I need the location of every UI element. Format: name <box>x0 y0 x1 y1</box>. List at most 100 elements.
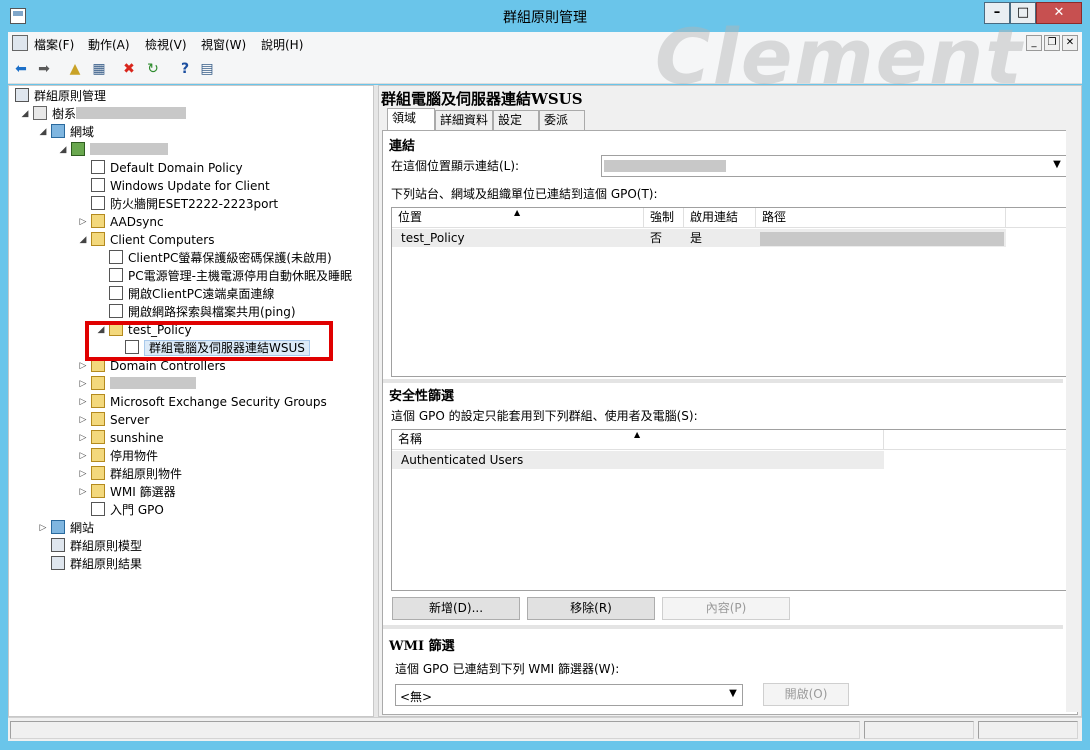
gpo-link-icon <box>91 160 105 174</box>
collapsed-icon[interactable]: ▷ <box>77 429 89 447</box>
tree-gpo-link[interactable]: Default Domain Policy <box>91 159 243 177</box>
modeling-icon <box>51 538 65 552</box>
help-icon[interactable]: ? <box>176 60 194 78</box>
collapsed-icon[interactable]: ▷ <box>77 411 89 429</box>
tree-ou[interactable]: ▷ Server <box>80 411 149 429</box>
tree-gpo-link[interactable]: 開啟ClientPC遠端桌面連線 <box>109 285 274 303</box>
console-icon[interactable] <box>12 35 28 51</box>
ou-folder-icon <box>91 412 105 426</box>
table-row[interactable]: test_Policy 否 是 <box>392 229 1006 247</box>
tab-settings[interactable]: 設定 <box>493 110 539 130</box>
refresh-icon[interactable]: ↻ <box>144 60 162 78</box>
column-enforced[interactable]: 強制 <box>644 208 684 228</box>
tree-ou[interactable]: ▷ Microsoft Exchange Security Groups <box>80 393 327 411</box>
show-hide-tree-icon[interactable]: ▦ <box>90 60 108 78</box>
menu-file[interactable]: 檔案(F) <box>34 36 74 53</box>
tree-domain[interactable]: ◢ <box>60 141 168 159</box>
gpo-link-icon <box>109 250 123 264</box>
tree-forest[interactable]: ◢ 樹系 <box>22 105 187 123</box>
expanded-icon[interactable]: ◢ <box>19 105 31 123</box>
add-button[interactable]: 新增(D)... <box>392 597 520 620</box>
table-row[interactable]: Authenticated Users <box>392 451 884 469</box>
column-link-enabled[interactable]: 啟用連結 <box>684 208 756 228</box>
tree-gpo-link[interactable]: 防火牆開ESET2222-2223port <box>91 195 278 213</box>
collapsed-icon[interactable]: ▷ <box>77 375 89 393</box>
domain-icon <box>71 142 85 156</box>
tree-gpo-link[interactable]: Windows Update for Client <box>91 177 270 195</box>
links-list[interactable]: 位置 ▲ 強制 啟用連結 路徑 test_Policy 否 是 <box>391 207 1068 377</box>
expanded-icon[interactable]: ◢ <box>57 141 69 159</box>
enforced-cell: 否 <box>650 231 663 245</box>
collapsed-icon[interactable]: ▷ <box>77 393 89 411</box>
tree-gpo-link[interactable]: PC電源管理-主機電源停用自動休眠及睡眠 <box>109 267 352 285</box>
collapsed-icon[interactable]: ▷ <box>37 519 49 537</box>
forest-icon <box>33 106 47 120</box>
mdi-restore-icon[interactable]: ❐ <box>1044 35 1060 51</box>
up-folder-icon[interactable]: ▲ <box>66 60 84 78</box>
delete-icon[interactable]: ✖ <box>120 60 138 78</box>
expanded-icon[interactable]: ◢ <box>37 123 49 141</box>
tree-starter-gpo[interactable]: 入門 GPO <box>91 501 164 519</box>
ou-folder-icon <box>91 214 105 228</box>
gpo-link-icon <box>109 268 123 282</box>
highlight-annotation-box <box>85 321 333 361</box>
close-button[interactable]: ✕ <box>1036 2 1082 24</box>
redacted-domain-name <box>90 143 168 155</box>
section-splitter[interactable] <box>383 379 1063 383</box>
domains-icon <box>51 124 65 138</box>
back-icon[interactable]: ⬅ <box>12 60 30 78</box>
tree-sites[interactable]: ▷ 網站 <box>40 519 94 537</box>
tab-details[interactable]: 詳細資料 <box>435 110 493 130</box>
tree-gpo-link[interactable]: ClientPC螢幕保護級密碼保護(未啟用) <box>109 249 332 267</box>
name-cell: Authenticated Users <box>401 453 524 467</box>
forward-icon[interactable]: ➡ <box>35 60 53 78</box>
wmi-folder-icon <box>91 484 105 498</box>
ou-folder-icon <box>91 232 105 246</box>
mdi-minimize-icon[interactable]: _ <box>1026 35 1042 51</box>
tree-gpo-container[interactable]: ▷ 群組原則物件 <box>80 465 182 483</box>
collapsed-icon[interactable]: ▷ <box>77 483 89 501</box>
column-path[interactable]: 路徑 <box>756 208 1006 228</box>
tab-delegation[interactable]: 委派 <box>539 110 585 130</box>
redacted-location <box>604 160 726 172</box>
tree-ou[interactable]: ▷ 停用物件 <box>80 447 158 465</box>
menu-view[interactable]: 檢視(V) <box>145 36 187 53</box>
tree-results[interactable]: 群組原則結果 <box>51 555 142 573</box>
collapsed-icon[interactable]: ▷ <box>77 213 89 231</box>
tree-ou[interactable]: ▷ sunshine <box>80 429 164 447</box>
collapsed-icon[interactable]: ▷ <box>77 465 89 483</box>
properties-icon[interactable]: ▤ <box>198 60 216 78</box>
results-icon <box>51 556 65 570</box>
tree-modeling[interactable]: 群組原則模型 <box>51 537 142 555</box>
security-list[interactable]: 名稱 ▲ Authenticated Users <box>391 429 1068 591</box>
security-list-header: 名稱 ▲ <box>392 430 1067 450</box>
properties-button[interactable]: 內容(P) <box>662 597 790 620</box>
starter-gpo-icon <box>91 502 105 516</box>
security-section-title: 安全性篩選 <box>389 389 455 404</box>
menu-action[interactable]: 動作(A) <box>88 36 130 53</box>
gpo-link-icon <box>91 196 105 210</box>
section-splitter[interactable] <box>383 625 1063 629</box>
tree-root[interactable]: 群組原則管理 <box>15 87 106 105</box>
location-dropdown[interactable]: ▼ <box>601 155 1067 177</box>
tree-domains[interactable]: ◢ 網域 <box>40 123 94 141</box>
expanded-icon[interactable]: ◢ <box>77 231 89 249</box>
menu-window[interactable]: 視窗(W) <box>201 36 246 53</box>
sort-ascending-icon: ▲ <box>514 208 521 217</box>
remove-button[interactable]: 移除(R) <box>527 597 655 620</box>
tab-scope[interactable]: 領域 <box>387 108 435 131</box>
scrollbar[interactable] <box>1066 98 1078 712</box>
open-button[interactable]: 開啟(O) <box>763 683 849 706</box>
collapsed-icon[interactable]: ▷ <box>77 447 89 465</box>
mdi-close-icon[interactable]: ✕ <box>1062 35 1078 51</box>
wmi-filter-dropdown[interactable]: <無> ▼ <box>395 684 743 706</box>
app-window: 群組原則管理 – □ ✕ 檔案(F) 動作(A) 檢視(V) 視窗(W) 說明(… <box>0 0 1090 750</box>
tree-gpo-link[interactable]: 開啟網路探索與檔案共用(ping) <box>109 303 296 321</box>
tree-ou[interactable]: ◢ Client Computers <box>80 231 214 249</box>
tree-ou[interactable]: ▷ AADsync <box>80 213 164 231</box>
tree-wmi-filters[interactable]: ▷ WMI 篩選器 <box>80 483 176 501</box>
redacted-forest-name <box>76 107 187 119</box>
enabled-cell: 是 <box>690 231 703 245</box>
tree-ou[interactable]: ▷ <box>80 375 196 393</box>
menu-help[interactable]: 說明(H) <box>261 36 303 53</box>
